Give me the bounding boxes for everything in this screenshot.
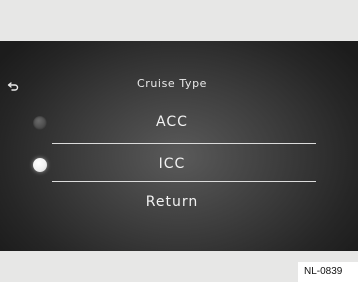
figure-frame: Cruise Type ACC ICC Return NL-0839 xyxy=(0,0,358,282)
option-return-label: Return xyxy=(145,194,199,210)
divider xyxy=(52,181,316,182)
figure-reference-label: NL-0839 xyxy=(298,262,358,282)
option-icc[interactable]: ICC xyxy=(0,150,358,180)
option-acc-label: ACC xyxy=(156,114,188,130)
divider xyxy=(52,143,316,144)
option-return[interactable]: Return xyxy=(0,188,358,218)
page-title: Cruise Type xyxy=(136,77,208,90)
infotainment-screen: Cruise Type ACC ICC Return xyxy=(0,41,358,251)
option-acc[interactable]: ACC xyxy=(0,108,358,138)
option-icc-label: ICC xyxy=(158,156,186,172)
